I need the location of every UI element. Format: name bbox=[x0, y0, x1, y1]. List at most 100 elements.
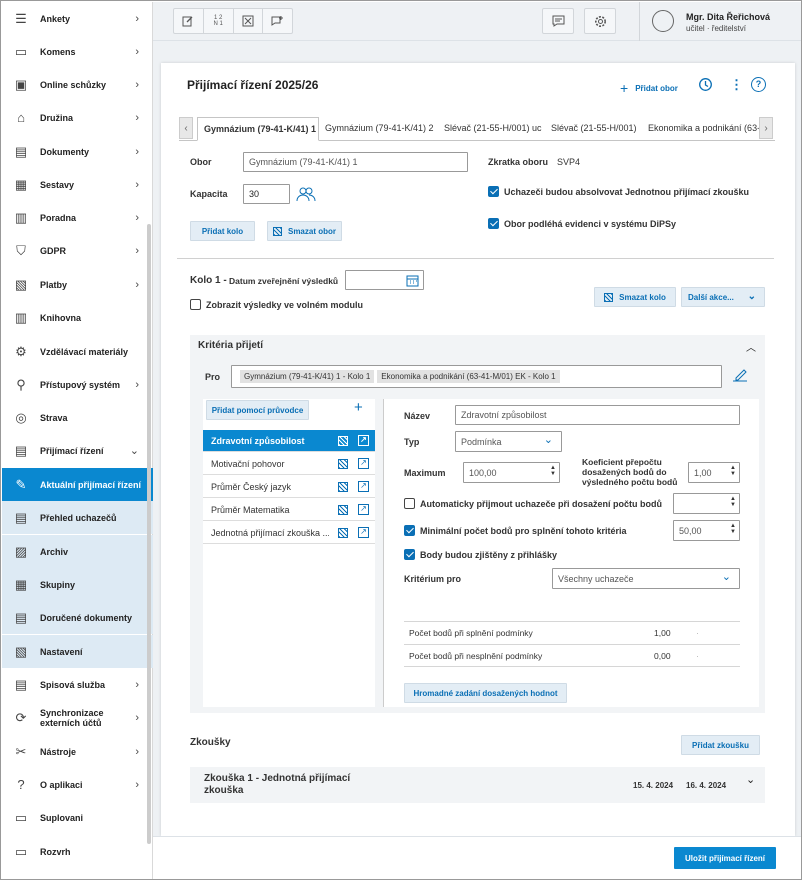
sidebar-item-label: Strava bbox=[40, 412, 68, 423]
tab-field-3[interactable]: Slévač (21-55-H/001) uc bbox=[444, 117, 547, 141]
sidebar-item-nastaven-[interactable]: ▧ Nastavení bbox=[2, 635, 153, 668]
criterion-item[interactable]: Průměr Český jazyk ↗ bbox=[203, 476, 375, 498]
criterion-item[interactable]: Motivační pohovor ↗ bbox=[203, 453, 375, 475]
chevron-icon: › bbox=[135, 45, 139, 58]
messages-icon[interactable] bbox=[542, 8, 574, 34]
open-external-icon[interactable]: ↗ bbox=[358, 458, 369, 469]
min-points-input[interactable]: 50,00 ▲ ▼ bbox=[673, 520, 740, 541]
sidebar-item-label: Aktuální přijímací řízení bbox=[40, 479, 142, 490]
free-module-checkbox[interactable] bbox=[190, 299, 201, 310]
sidebar-item-n-stroje[interactable]: ✂ Nástroje › bbox=[2, 735, 153, 768]
results-date-input[interactable] bbox=[345, 270, 424, 290]
tab-field-4[interactable]: Slévač (21-55-H/001) bbox=[551, 117, 640, 141]
auto-accept-input[interactable]: ▲ ▼ bbox=[673, 493, 740, 514]
sidebar-scrollbar[interactable] bbox=[147, 224, 151, 844]
tabs-prev-icon[interactable]: ‹ bbox=[179, 117, 193, 139]
chevron-down-icon[interactable]: ⌄ bbox=[746, 773, 755, 786]
sidebar-item-vzd-l-vac-materi-ly[interactable]: ⚙ Vzdělávací materiály bbox=[2, 335, 153, 368]
add-field-link[interactable]: + Přidat obor bbox=[620, 80, 678, 96]
sidebar-item-o-aplikaci[interactable]: ? O aplikaci › bbox=[2, 768, 153, 801]
people-icon[interactable] bbox=[296, 186, 316, 204]
from-application-checkbox[interactable] bbox=[404, 549, 415, 560]
sidebar-item-aktu-ln-p-ij-mac-zen-[interactable]: ✎ Aktuální přijímací řízení bbox=[2, 468, 153, 501]
criterion-item[interactable]: Jednotná přijímací zkouška ... ↗ bbox=[203, 522, 375, 544]
edit-pencil-icon[interactable] bbox=[732, 368, 748, 384]
criterion-for-select[interactable]: Všechny uchazeče ⌄ bbox=[552, 568, 740, 589]
sidebar-item-dokumenty[interactable]: ▤ Dokumenty › bbox=[2, 135, 153, 168]
sidebar-item-p-ehled-uchaze-[interactable]: ▤ Přehled uchazečů bbox=[2, 501, 153, 534]
sidebar-item-archiv[interactable]: ▨ Archiv bbox=[2, 535, 153, 568]
sidebar-item-p-ij-mac-zen-[interactable]: ▤ Přijímací řízení ⌄ bbox=[2, 434, 153, 467]
more-actions-dropdown[interactable]: Další akce... ⌄ bbox=[681, 287, 765, 307]
coef-input[interactable]: 1,00 ▲ ▼ bbox=[688, 462, 740, 483]
delete-icon[interactable] bbox=[338, 458, 348, 469]
chevron-icon: › bbox=[135, 178, 139, 191]
dipsy-checkbox[interactable] bbox=[488, 218, 499, 229]
help-icon: ? bbox=[17, 777, 25, 792]
sidebar-item-synchronizace-extern-ch-t-[interactable]: ⟳ Synchronizace externích účtů › bbox=[2, 701, 153, 734]
user-name: Mgr. Dita Řeřichová bbox=[686, 12, 771, 22]
kapacita-input[interactable]: 30 bbox=[243, 184, 290, 204]
user-role: učitel · ředitelství bbox=[686, 24, 747, 33]
history-icon[interactable] bbox=[698, 77, 713, 94]
sidebar-item-gdpr[interactable]: ⛉ GDPR › bbox=[2, 234, 153, 267]
sidebar-item-platby[interactable]: ▧ Platby › bbox=[2, 268, 153, 301]
edit-note-icon[interactable] bbox=[174, 9, 204, 33]
sidebar-item-label: Nastavení bbox=[40, 646, 83, 657]
user-menu[interactable]: Mgr. Dita Řeřichová učitel · ředitelství bbox=[639, 2, 801, 41]
name-input[interactable]: Zdravotní způsobilost bbox=[455, 405, 740, 425]
delete-icon[interactable] bbox=[338, 435, 348, 446]
max-input[interactable]: 100,00 ▲ ▼ bbox=[463, 462, 560, 483]
open-external-icon[interactable]: ↗ bbox=[358, 527, 369, 538]
sidebar-item-p-stupov-syst-m[interactable]: ⚲ Přístupový systém › bbox=[2, 368, 153, 401]
delete-icon[interactable] bbox=[338, 481, 348, 492]
sidebar-item-poradna[interactable]: ▥ Poradna › bbox=[2, 201, 153, 234]
chevron-up-icon[interactable]: ︿ bbox=[746, 339, 756, 354]
pro-multiselect[interactable]: Gymnázium (79-41-K/41) 1 - Kolo 1 Ekonom… bbox=[231, 365, 722, 388]
sidebar-item-spisov-slu-ba[interactable]: ▤ Spisová služba › bbox=[2, 668, 153, 701]
add-round-button[interactable]: Přidat kolo bbox=[190, 221, 255, 241]
type-select[interactable]: Podmínka ⌄ bbox=[455, 431, 562, 452]
sidebar-item-label: Knihovna bbox=[40, 312, 82, 323]
bulk-entry-button[interactable]: Hromadné zadání dosažených hodnot bbox=[404, 683, 567, 703]
save-button[interactable]: Uložit přijímací řízení bbox=[674, 847, 776, 869]
open-external-icon[interactable]: ↗ bbox=[358, 504, 369, 515]
grades-icon[interactable]: 1 2N 1 bbox=[204, 9, 234, 33]
criterion-item[interactable]: Průměr Matematika ↗ bbox=[203, 499, 375, 521]
settings-gear-icon[interactable] bbox=[584, 8, 616, 34]
sidebar-item-knihovna[interactable]: ▥ Knihovna bbox=[2, 301, 153, 334]
sidebar-item-skupiny[interactable]: ▦ Skupiny bbox=[2, 568, 153, 601]
open-external-icon[interactable]: ↗ bbox=[358, 481, 369, 492]
help-icon[interactable]: ? bbox=[751, 77, 766, 92]
obor-input[interactable]: Gymnázium (79-41-K/41) 1 bbox=[243, 152, 468, 172]
tab-field-5[interactable]: Ekonomika a podnikání (63- bbox=[648, 117, 759, 141]
add-criterion-icon[interactable]: + bbox=[354, 399, 363, 416]
sidebar-item-rozvrh[interactable]: ▭ Rozvrh bbox=[2, 835, 153, 868]
sidebar-item-online-sch-zky[interactable]: ▣ Online schůzky › bbox=[2, 68, 153, 101]
absence-icon[interactable] bbox=[234, 9, 264, 33]
jpz-checkbox[interactable] bbox=[488, 186, 499, 197]
sidebar-item-suplovani[interactable]: ▭ Suplovani bbox=[2, 801, 153, 834]
sidebar-item-sestavy[interactable]: ▦ Sestavy › bbox=[2, 168, 153, 201]
criterion-item[interactable]: Zdravotní způsobilost ↗ bbox=[203, 430, 375, 452]
criterion-label: Motivační pohovor bbox=[211, 458, 285, 469]
min-points-checkbox[interactable] bbox=[404, 525, 415, 536]
more-vertical-icon[interactable]: ⋮ bbox=[730, 77, 743, 93]
tabs-next-icon[interactable]: › bbox=[759, 117, 773, 139]
add-exam-button[interactable]: Přidat zkoušku bbox=[681, 735, 760, 755]
sidebar-item-doru-en-dokumenty[interactable]: ▤ Doručené dokumenty bbox=[2, 601, 153, 634]
auto-accept-checkbox[interactable] bbox=[404, 498, 415, 509]
delete-icon[interactable] bbox=[338, 504, 348, 515]
wizard-button[interactable]: Přidat pomocí průvodce bbox=[206, 400, 309, 420]
sidebar-item-dru-ina[interactable]: ⌂ Družina › bbox=[2, 101, 153, 134]
delete-icon[interactable] bbox=[338, 527, 348, 538]
sidebar-item-ankety[interactable]: ☰ Ankety › bbox=[2, 2, 153, 35]
delete-field-button[interactable]: Smazat obor bbox=[267, 221, 342, 241]
tab-field-2[interactable]: Gymnázium (79-41-K/41) 2 bbox=[325, 117, 440, 141]
open-external-icon[interactable]: ↗ bbox=[358, 435, 369, 446]
tab-field-1[interactable]: Gymnázium (79-41-K/41) 1 bbox=[197, 117, 319, 141]
new-message-icon[interactable] bbox=[263, 9, 292, 33]
delete-round-button[interactable]: Smazat kolo bbox=[594, 287, 676, 307]
sidebar-item-komens[interactable]: ▭ Komens › bbox=[2, 35, 153, 68]
sidebar-item-strava[interactable]: ◎ Strava bbox=[2, 401, 153, 434]
